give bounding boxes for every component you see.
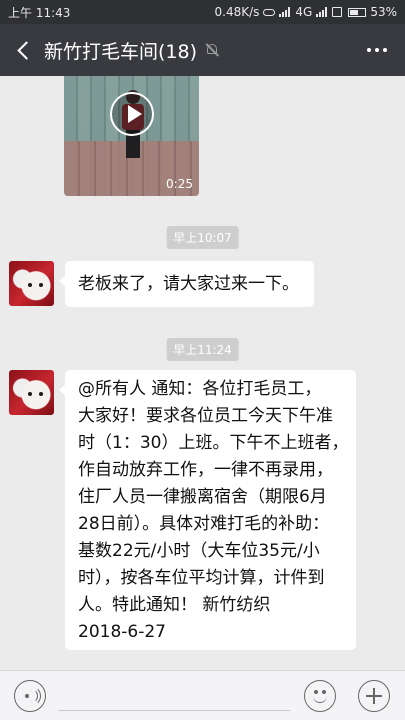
- message-line: 作自动放弃工作，一律不再录用，: [78, 460, 333, 480]
- chat-header: 新竹打毛车间(18): [0, 24, 405, 76]
- play-icon[interactable]: [110, 92, 154, 136]
- battery-fill: [350, 9, 358, 15]
- message-input[interactable]: [58, 681, 290, 711]
- voice-icon[interactable]: [14, 680, 46, 712]
- input-bar: [0, 670, 405, 720]
- status-bar: 上午 11:43 0.48K/s 4G 53%: [0, 0, 405, 24]
- clock: 上午 11:43: [8, 5, 71, 20]
- message-line: 人。特此通知！ 新竹纺织: [78, 595, 271, 615]
- message-line: @所有人 通知：各位打毛员工，: [78, 379, 322, 399]
- more-dots-icon[interactable]: [349, 48, 405, 52]
- message-line: 28日前）。具体对难打毛的补助：: [78, 514, 330, 534]
- timestamp: 早上10:07: [166, 226, 239, 249]
- chat-messages[interactable]: 0:25 早上10:07 老板来了，请大家过来一下。 早上11:24 @所有人 …: [0, 76, 405, 670]
- message-line: 住厂人员一律搬离宿舍（期限6月: [78, 487, 327, 507]
- message-bubble[interactable]: 老板来了，请大家过来一下。: [59, 261, 314, 307]
- link-icon: [263, 8, 276, 16]
- message-line: 基数22元/小时（大车位35元/小: [78, 541, 320, 561]
- avatar[interactable]: [9, 261, 54, 306]
- signal-icon: [279, 7, 291, 17]
- message-line: 2018-6-27: [78, 622, 166, 642]
- plus-icon[interactable]: [358, 680, 390, 712]
- status-icons: 0.48K/s 4G 53%: [215, 5, 398, 19]
- network-type: 4G: [295, 5, 313, 19]
- video-message[interactable]: 0:25: [64, 76, 199, 196]
- video-duration: 0:25: [166, 177, 193, 191]
- signal-icon-2: [316, 7, 328, 17]
- battery-percent: 53%: [370, 5, 397, 19]
- avatar[interactable]: [9, 370, 54, 415]
- battery-icon: [348, 7, 367, 17]
- chat-title: 新竹打毛车间(18): [44, 40, 198, 63]
- timestamp: 早上11:24: [166, 338, 239, 361]
- message-line: 大家好！要求各位员工今天下午准: [78, 406, 333, 426]
- emoji-icon[interactable]: [304, 680, 336, 712]
- message-bubble[interactable]: @所有人 通知：各位打毛员工， 大家好！要求各位员工今天下午准 时（1：30）上…: [59, 370, 356, 650]
- message-line: 时），按各车位平均计算，计件到: [78, 568, 325, 588]
- message-line: 时（1：30）上班。下午不上班者，: [78, 433, 349, 453]
- chevron-left-icon[interactable]: [0, 24, 44, 76]
- net-speed: 0.48K/s: [214, 5, 260, 19]
- wifi-icon: [332, 7, 343, 17]
- bell-muted-icon: [205, 43, 220, 57]
